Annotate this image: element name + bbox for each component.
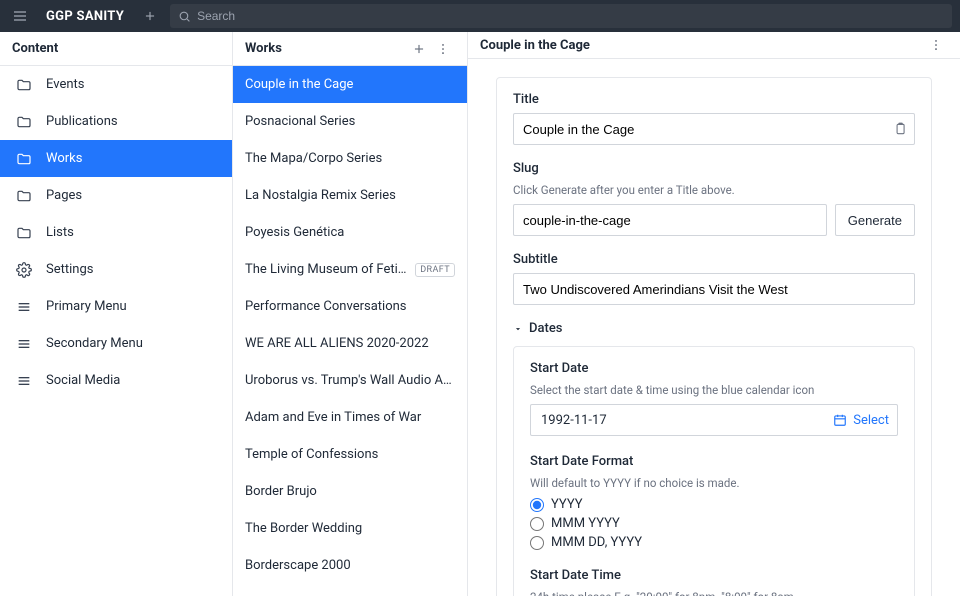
sidebar-title: Content xyxy=(12,41,58,56)
radio-label: YYYY xyxy=(551,497,583,512)
works-title: Works xyxy=(245,41,282,56)
start-date-value: 1992-11-17 xyxy=(539,413,833,428)
work-item[interactable]: La Nostalgia Remix Series xyxy=(233,177,467,214)
work-item[interactable]: The Mapa/Corpo Series xyxy=(233,140,467,177)
works-menu-button[interactable] xyxy=(431,37,455,61)
lines-icon xyxy=(16,336,32,352)
start-date-format-option[interactable]: MMM DD, YYYY xyxy=(530,535,898,550)
start-date-input[interactable]: 1992-11-17 Select xyxy=(530,404,898,436)
start-date-format-option[interactable]: YYYY xyxy=(530,497,898,512)
global-search[interactable] xyxy=(170,4,952,28)
search-input[interactable] xyxy=(197,9,944,23)
work-item[interactable]: Posnacional Series xyxy=(233,103,467,140)
radio-input[interactable] xyxy=(530,498,544,512)
start-date-time-help: 24h time please E.g. "20:00" for 8pm. "8… xyxy=(530,589,898,596)
sidebar-item-lists[interactable]: Lists xyxy=(0,214,232,251)
work-item[interactable]: WE ARE ALL ALIENS 2020-2022 xyxy=(233,325,467,362)
sidebar-item-settings[interactable]: Settings xyxy=(0,251,232,288)
start-date-select-button[interactable]: Select xyxy=(833,413,889,428)
radio-input[interactable] xyxy=(530,517,544,531)
hamburger-menu-icon[interactable] xyxy=(8,4,32,28)
sidebar-item-label: Lists xyxy=(46,225,74,240)
work-item-label: Uroborus vs. Trump's Wall Audio Antholo.… xyxy=(245,373,455,388)
sidebar-item-primary-menu[interactable]: Primary Menu xyxy=(0,288,232,325)
work-item[interactable]: Temple of Confessions xyxy=(233,436,467,473)
work-item-label: Couple in the Cage xyxy=(245,77,455,92)
start-date-label: Start Date xyxy=(530,361,898,376)
editor-header-title: Couple in the Cage xyxy=(480,38,590,53)
dates-accordion-toggle[interactable]: Dates xyxy=(513,321,915,336)
radio-label: MMM DD, YYYY xyxy=(551,535,642,550)
folder-icon xyxy=(16,151,32,167)
clipboard-icon[interactable] xyxy=(893,122,907,136)
work-item[interactable]: Couple in the Cage xyxy=(233,66,467,103)
new-document-button[interactable] xyxy=(138,4,162,28)
radio-input[interactable] xyxy=(530,536,544,550)
dates-section-label: Dates xyxy=(529,321,562,336)
work-item[interactable]: Performance Conversations xyxy=(233,288,467,325)
work-item-label: Temple of Confessions xyxy=(245,447,455,462)
sidebar-item-label: Pages xyxy=(46,188,82,203)
work-item[interactable]: Poyesis Genética xyxy=(233,214,467,251)
work-item-label: Posnacional Series xyxy=(245,114,455,129)
start-date-format-label: Start Date Format xyxy=(530,454,898,469)
subtitle-input[interactable] xyxy=(513,273,915,305)
work-item-label: The Mapa/Corpo Series xyxy=(245,151,455,166)
slug-input[interactable] xyxy=(513,204,827,236)
start-date-time-label: Start Date Time xyxy=(530,568,898,583)
slug-help: Click Generate after you enter a Title a… xyxy=(513,182,915,198)
editor-menu-button[interactable] xyxy=(924,33,948,57)
sidebar-item-label: Publications xyxy=(46,114,118,129)
folder-icon xyxy=(16,114,32,130)
slug-label: Slug xyxy=(513,161,915,176)
sidebar-item-works[interactable]: Works xyxy=(0,140,232,177)
work-item[interactable]: Uroborus vs. Trump's Wall Audio Antholo.… xyxy=(233,362,467,399)
calendar-icon xyxy=(833,413,847,427)
gear-icon xyxy=(16,262,32,278)
start-date-format-help: Will default to YYYY if no choice is mad… xyxy=(530,475,898,491)
sidebar-item-publications[interactable]: Publications xyxy=(0,103,232,140)
sidebar-item-label: Social Media xyxy=(46,373,120,388)
search-icon xyxy=(178,10,191,23)
work-item[interactable]: Border Brujo xyxy=(233,473,467,510)
generate-slug-button[interactable]: Generate xyxy=(835,204,915,236)
sidebar-item-social-media[interactable]: Social Media xyxy=(0,362,232,399)
work-item[interactable]: The Border Wedding xyxy=(233,510,467,547)
radio-label: MMM YYYY xyxy=(551,516,620,531)
app-brand: GGP SANITY xyxy=(40,9,130,24)
work-item-label: Performance Conversations xyxy=(245,299,455,314)
sidebar-item-label: Primary Menu xyxy=(46,299,127,314)
work-item-label: La Nostalgia Remix Series xyxy=(245,188,455,203)
subtitle-label: Subtitle xyxy=(513,252,915,267)
sidebar-item-label: Events xyxy=(46,77,84,92)
folder-icon xyxy=(16,225,32,241)
work-item[interactable]: The Living Museum of Fetish/ized I... DRA… xyxy=(233,251,467,288)
start-date-help: Select the start date & time using the b… xyxy=(530,382,898,398)
work-item-label: Poyesis Genética xyxy=(245,225,455,240)
add-work-button[interactable] xyxy=(407,37,431,61)
work-item-label: Adam and Eve in Times of War xyxy=(245,410,455,425)
work-item-label: Borderscape 2000 xyxy=(245,558,455,573)
folder-icon xyxy=(16,188,32,204)
work-item[interactable]: Adam and Eve in Times of War xyxy=(233,399,467,436)
sidebar-item-events[interactable]: Events xyxy=(0,66,232,103)
lines-icon xyxy=(16,373,32,389)
work-item-label: The Living Museum of Fetish/ized I... xyxy=(245,262,409,277)
work-item-label: WE ARE ALL ALIENS 2020-2022 xyxy=(245,336,455,351)
work-item-label: Border Brujo xyxy=(245,484,455,499)
folder-icon xyxy=(16,77,32,93)
start-date-format-option[interactable]: MMM YYYY xyxy=(530,516,898,531)
work-item-label: The Border Wedding xyxy=(245,521,455,536)
lines-icon xyxy=(16,299,32,315)
sidebar-item-label: Secondary Menu xyxy=(46,336,143,351)
sidebar-item-pages[interactable]: Pages xyxy=(0,177,232,214)
draft-badge: DRAFT xyxy=(415,263,455,277)
sidebar-item-secondary-menu[interactable]: Secondary Menu xyxy=(0,325,232,362)
title-input[interactable] xyxy=(513,113,915,145)
caret-down-icon xyxy=(513,324,523,334)
sidebar-item-label: Settings xyxy=(46,262,93,277)
work-item[interactable]: Borderscape 2000 xyxy=(233,547,467,584)
title-label: Title xyxy=(513,92,915,107)
sidebar-item-label: Works xyxy=(46,151,82,166)
